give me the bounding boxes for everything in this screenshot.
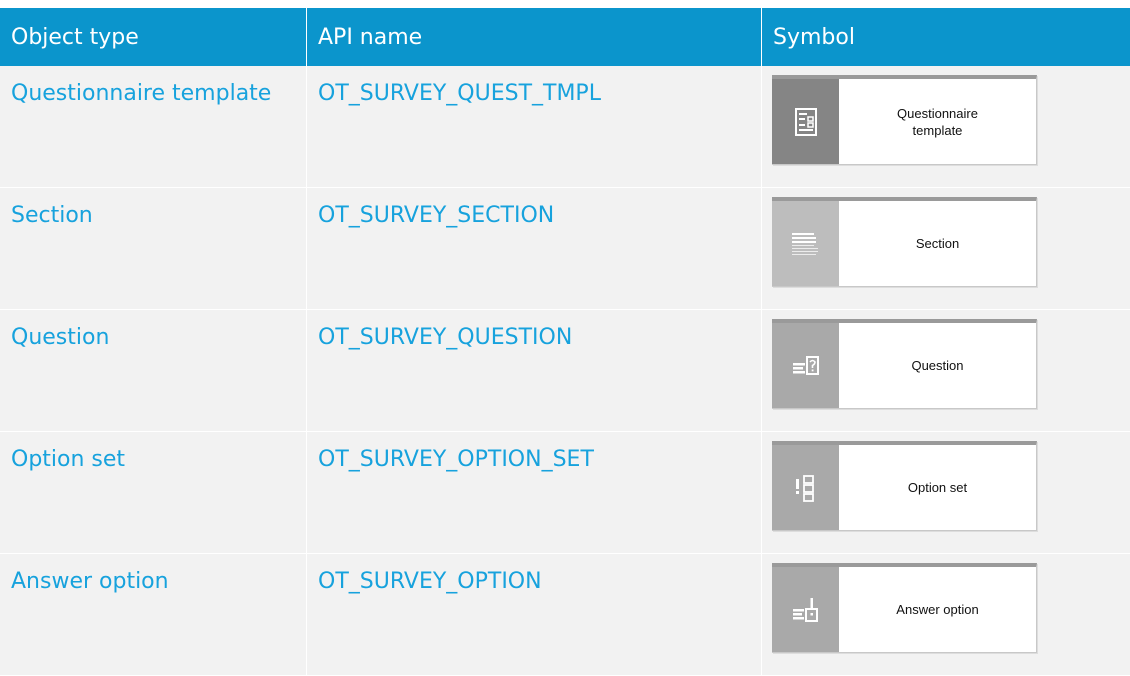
api-name-link[interactable]: OT_SURVEY_QUEST_TMPL [318, 81, 601, 106]
section-icon [791, 232, 818, 255]
header-api-name: API name [307, 8, 762, 66]
api-name-link[interactable]: OT_SURVEY_OPTION [318, 569, 542, 594]
symbol-label: Section [915, 236, 960, 251]
questionnaire-template-icon [794, 107, 817, 136]
object-type-link[interactable]: Question [11, 325, 109, 350]
question-icon [792, 355, 819, 375]
option-set-icon [795, 474, 814, 502]
object-type-link[interactable]: Option set [11, 447, 125, 472]
symbol-box: Option set [772, 441, 1037, 531]
object-type-link[interactable]: Answer option [11, 569, 169, 594]
table-row: Question OT_SURVEY_QUESTION Question [0, 310, 1130, 432]
object-type-table: Object type API name Symbol Questionnair… [0, 8, 1130, 676]
symbol-box: Answer option [772, 563, 1037, 653]
table-row: Questionnaire template OT_SURVEY_QUEST_T… [0, 66, 1130, 188]
answer-option-icon [792, 597, 818, 622]
table-row: Option set OT_SURVEY_OPTION_SET Option s… [0, 432, 1130, 554]
symbol-label: Questionnaire template [897, 105, 978, 138]
table-row: Section OT_SURVEY_SECTION Section [0, 188, 1130, 310]
symbol-box: Section [772, 197, 1037, 287]
symbol-label: Answer option [896, 602, 979, 617]
api-name-link[interactable]: OT_SURVEY_QUESTION [318, 325, 572, 350]
symbol-box: Questionnaire template [772, 75, 1037, 165]
symbol-label: Question [911, 358, 964, 373]
header-object-type: Object type [0, 8, 307, 66]
object-type-link[interactable]: Questionnaire template [11, 81, 271, 106]
table-header: Object type API name Symbol [0, 8, 1130, 66]
header-symbol: Symbol [773, 24, 855, 50]
api-name-link[interactable]: OT_SURVEY_OPTION_SET [318, 447, 594, 472]
symbol-label: Option set [907, 480, 968, 495]
table-row: Answer option OT_SURVEY_OPTION Answer op… [0, 554, 1130, 676]
object-type-link[interactable]: Section [11, 203, 93, 228]
api-name-link[interactable]: OT_SURVEY_SECTION [318, 203, 554, 228]
symbol-box: Question [772, 319, 1037, 409]
